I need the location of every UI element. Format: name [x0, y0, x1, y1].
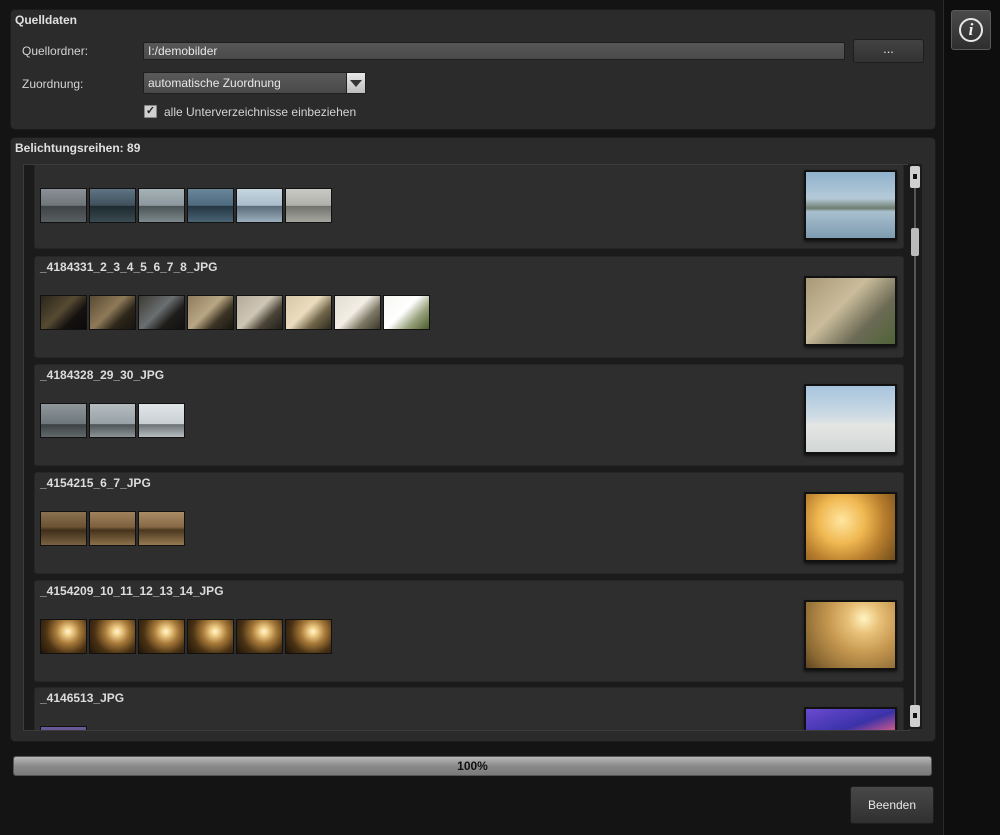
series-thumbnail	[138, 619, 185, 654]
series-name: _4184331_2_3_4_5_6_7_8_JPG	[40, 260, 218, 274]
series-thumbnail	[40, 726, 87, 730]
scroll-up-button[interactable]	[910, 166, 920, 188]
series-thumbnail	[89, 403, 136, 438]
series-preview	[804, 170, 897, 240]
series-thumbnail	[138, 511, 185, 546]
progress-label: 100%	[457, 759, 488, 773]
series-name: _4154215_6_7_JPG	[40, 476, 151, 490]
series-thumbnail	[40, 619, 87, 654]
scroll-down-button[interactable]	[910, 705, 920, 727]
info-button[interactable]: i	[951, 10, 991, 50]
series-thumbnail	[334, 295, 381, 330]
series-panel-title: Belichtungsreihen: 89	[15, 141, 141, 155]
series-thumbnail	[187, 295, 234, 330]
series-card[interactable]	[34, 165, 904, 249]
chevron-down-icon[interactable]	[346, 73, 365, 93]
series-card[interactable]: _4146513_JPG	[34, 687, 904, 730]
series-preview	[804, 492, 897, 562]
mapping-select[interactable]: automatische Zuordnung	[143, 72, 366, 94]
source-panel: Quelldaten Quellordner: I:/demobilder ..…	[10, 9, 936, 130]
series-name: _4146513_JPG	[40, 691, 125, 705]
browse-folder-button[interactable]: ...	[853, 39, 924, 63]
series-preview	[804, 276, 897, 346]
series-name: _4184328_29_30_JPG	[40, 368, 165, 382]
series-preview	[804, 384, 897, 454]
series-thumbnail	[40, 403, 87, 438]
series-thumbnail	[138, 403, 185, 438]
series-thumbnail	[285, 188, 332, 223]
series-thumbnail	[89, 188, 136, 223]
finish-button[interactable]: Beenden	[850, 786, 934, 824]
source-panel-title: Quelldaten	[15, 13, 78, 27]
mapping-select-value: automatische Zuordnung	[148, 76, 281, 90]
scrollbar-thumb[interactable]	[911, 228, 919, 256]
subdirs-checkbox[interactable]: ✓	[144, 105, 157, 118]
series-thumbnail	[285, 295, 332, 330]
right-sidebar	[943, 0, 1000, 835]
series-thumbnail	[40, 511, 87, 546]
series-thumbnail	[89, 295, 136, 330]
series-thumbnail	[187, 188, 234, 223]
series-list-scrollbar[interactable]	[908, 164, 922, 729]
series-card[interactable]: _4184328_29_30_JPG	[34, 364, 904, 466]
source-folder-input[interactable]: I:/demobilder	[143, 42, 845, 60]
series-card[interactable]: _4184331_2_3_4_5_6_7_8_JPG	[34, 256, 904, 358]
series-thumbnail	[138, 295, 185, 330]
scrollbar-track[interactable]	[914, 188, 916, 705]
series-thumbnail	[236, 295, 283, 330]
series-thumbnail	[89, 511, 136, 546]
series-thumbnail	[40, 188, 87, 223]
series-thumbnail	[187, 619, 234, 654]
series-card[interactable]: _4154209_10_11_12_13_14_JPG	[34, 580, 904, 682]
series-thumbnail	[40, 295, 87, 330]
progress-bar: 100%	[13, 756, 932, 776]
series-thumbnail	[138, 188, 185, 223]
series-list[interactable]: _4184331_2_3_4_5_6_7_8_JPG _4184328_29_3…	[23, 164, 910, 731]
info-icon: i	[959, 18, 983, 42]
mapping-label: Zuordnung:	[22, 77, 84, 91]
series-thumbnail	[236, 188, 283, 223]
series-preview	[804, 707, 897, 730]
series-preview	[804, 600, 897, 670]
subdirs-label: alle Unterverzeichnisse einbeziehen	[164, 105, 357, 119]
source-folder-label: Quellordner:	[22, 44, 89, 58]
series-name: _4154209_10_11_12_13_14_JPG	[40, 584, 224, 598]
series-thumbnail	[285, 619, 332, 654]
series-thumbnail	[383, 295, 430, 330]
series-thumbnail	[89, 619, 136, 654]
series-thumbnail	[236, 619, 283, 654]
series-card[interactable]: _4154215_6_7_JPG	[34, 472, 904, 574]
